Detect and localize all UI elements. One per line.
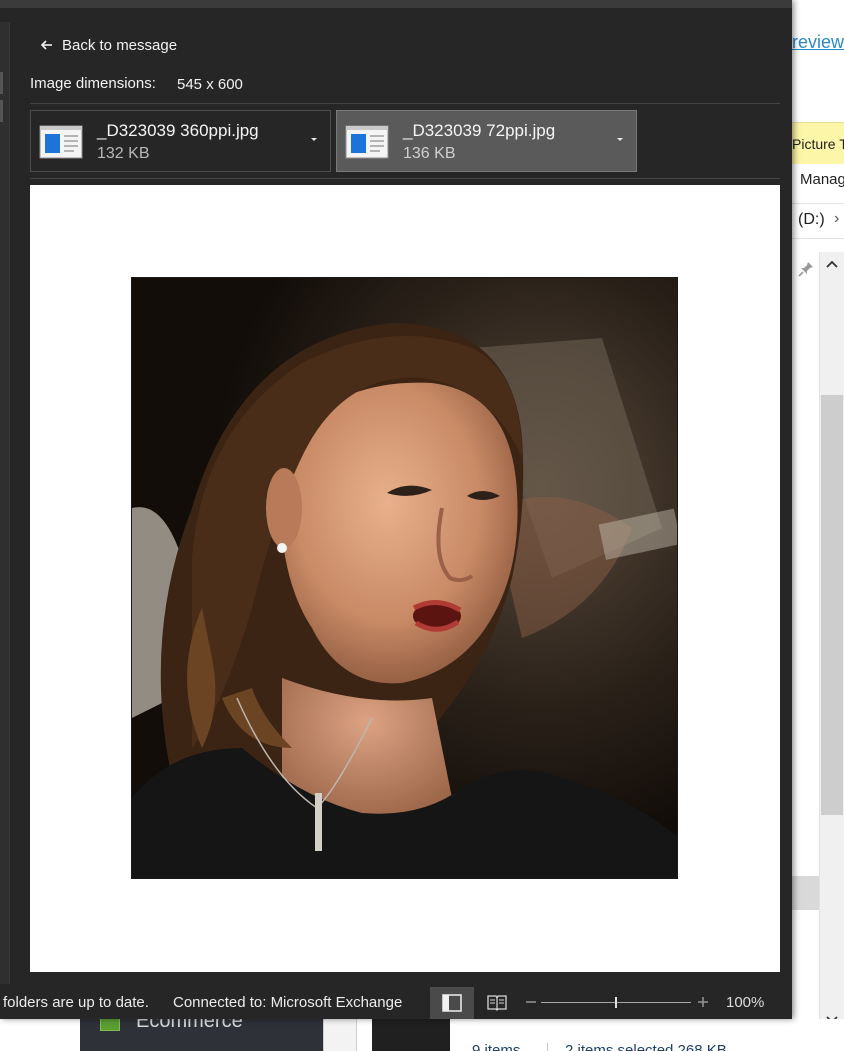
image-dimensions-value: 545 x 600 [177,76,243,93]
divider [30,178,780,179]
sync-status-text: folders are up to date. [3,994,149,1011]
zoom-slider-thumb[interactable] [615,997,617,1008]
photo-woman-singing-illustration [132,278,677,878]
image-file-icon [39,125,83,159]
background-review-link[interactable]: review [792,32,844,53]
reading-view-button[interactable] [478,987,516,1019]
back-to-message-button[interactable]: Back to message [40,34,177,56]
status-bar: folders are up to date. Connected to: Mi… [0,987,792,1019]
background-band-label: Picture T [792,136,844,152]
background-thumbnail [372,1019,450,1051]
left-edge-strip [0,22,10,984]
attachment-size: 132 KB [97,145,150,162]
preview-photo [131,277,678,879]
zoom-out-icon[interactable] [524,995,538,1009]
image-file-icon [345,125,389,159]
image-dimensions-label: Image dimensions: [30,75,156,92]
window-title-strip [0,0,792,8]
divider [30,103,780,104]
attachment-name: _D323039 360ppi.jpg [97,121,259,140]
background-divider-panel [323,1019,357,1051]
background-status-divider [547,1043,548,1051]
background-item-count: 9 items [472,1042,521,1051]
attachment-item[interactable]: _D323039 360ppi.jpg 132 KB [30,110,331,172]
background-manage-tab[interactable]: Manag [800,171,844,188]
background-selected-row [792,876,819,910]
background-scrollbar-thumb[interactable] [821,395,843,815]
chevron-up-icon[interactable] [823,256,841,274]
zoom-in-icon[interactable] [696,995,710,1009]
left-edge-marker [0,100,3,122]
image-preview-area [30,185,780,972]
attachment-name: _D323039 72ppi.jpg [403,121,556,140]
reading-view-icon [487,995,507,1011]
dropdown-arrow-icon[interactable] [308,133,320,145]
pin-icon[interactable] [797,260,815,278]
zoom-slider[interactable] [541,997,691,1008]
left-edge-marker [0,72,3,94]
back-to-message-label: Back to message [62,36,178,54]
attachment-item-selected[interactable]: _D323039 72ppi.jpg 136 KB [336,110,637,172]
background-drive-label[interactable]: (D:) [798,211,825,229]
chevron-right-icon[interactable]: › [834,210,839,228]
attachment-size: 136 KB [403,145,456,162]
arrow-left-icon [40,40,52,50]
connection-status-text: Connected to: Microsoft Exchange [173,994,403,1011]
background-selection-status: 2 items selected 268 KB [565,1042,727,1051]
normal-view-icon [442,994,462,1012]
zoom-level-text[interactable]: 100% [726,994,764,1011]
dropdown-arrow-icon[interactable] [614,133,626,145]
attachment-viewer-window: Back to message Image dimensions: 545 x … [0,0,792,1019]
normal-view-button[interactable] [430,987,474,1019]
